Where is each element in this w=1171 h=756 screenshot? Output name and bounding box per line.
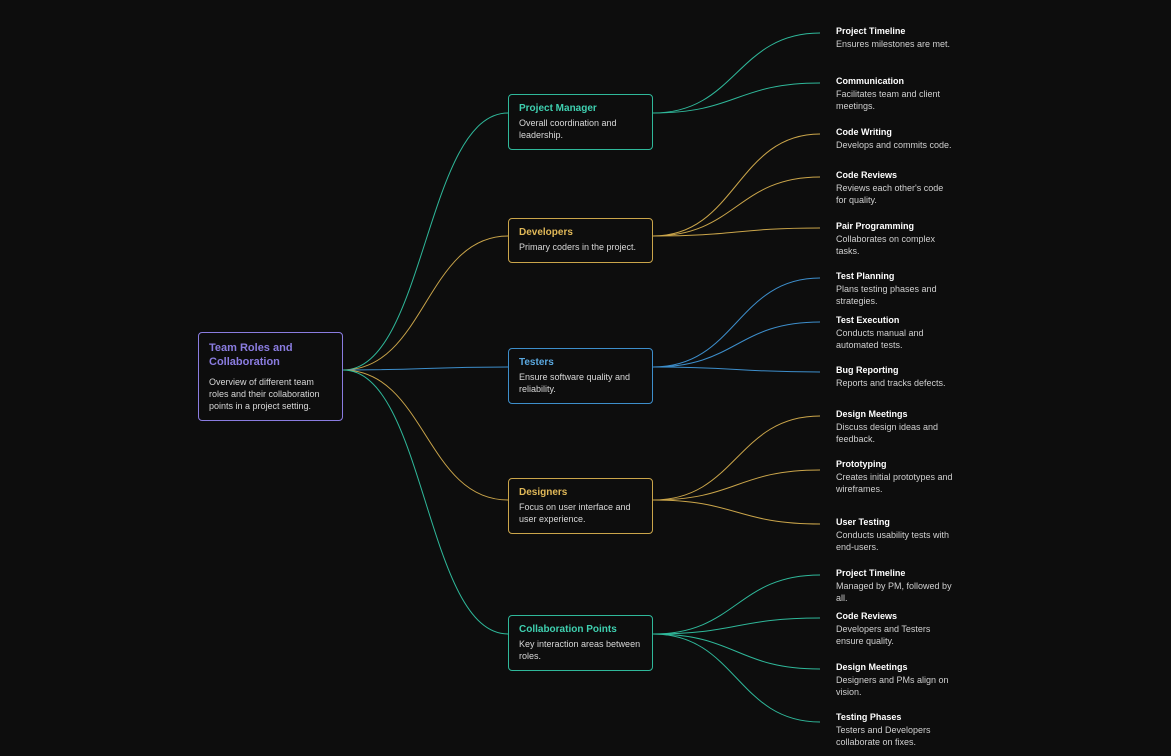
branch-project-manager[interactable]: Project Manager Overall coordination and… — [508, 94, 653, 150]
root-title: Team Roles and Collaboration — [209, 341, 332, 370]
branch-title: Designers — [519, 487, 642, 498]
leaf-desc: Discuss design ideas and feedback. — [836, 422, 956, 445]
branch-collaboration-points[interactable]: Collaboration Points Key interaction are… — [508, 615, 653, 671]
branch-desc: Primary coders in the project. — [519, 242, 642, 254]
leaf-title: Project Timeline — [836, 568, 956, 578]
leaf-title: Project Timeline — [836, 26, 956, 36]
leaf-test-execution[interactable]: Test Execution Conducts manual and autom… — [826, 307, 966, 359]
leaf-title: Test Planning — [836, 271, 956, 281]
root-node[interactable]: Team Roles and Collaboration Overview of… — [198, 332, 343, 421]
leaf-title: Bug Reporting — [836, 365, 956, 375]
leaf-desc: Plans testing phases and strategies. — [836, 284, 956, 307]
leaf-desc: Testers and Developers collaborate on fi… — [836, 725, 956, 748]
branch-desc: Focus on user interface and user experie… — [519, 502, 642, 525]
leaf-desc: Ensure software quality and reliability. — [519, 372, 642, 395]
branch-designers[interactable]: Designers Focus on user interface and us… — [508, 478, 653, 534]
leaf-title: Pair Programming — [836, 221, 956, 231]
leaf-title: Design Meetings — [836, 662, 956, 672]
leaf-user-testing[interactable]: User Testing Conducts usability tests wi… — [826, 509, 966, 561]
branch-developers[interactable]: Developers Primary coders in the project… — [508, 218, 653, 263]
leaf-desc: Developers and Testers ensure quality. — [836, 624, 956, 647]
leaf-desc: Designers and PMs align on vision. — [836, 675, 956, 698]
branch-title: Collaboration Points — [519, 624, 642, 635]
leaf-pair-programming[interactable]: Pair Programming Collaborates on complex… — [826, 213, 966, 265]
leaf-bug-reporting[interactable]: Bug Reporting Reports and tracks defects… — [826, 357, 966, 398]
leaf-prototyping[interactable]: Prototyping Creates initial prototypes a… — [826, 451, 966, 503]
leaf-title: Prototyping — [836, 459, 956, 469]
branch-desc: Overall coordination and leadership. — [519, 118, 642, 141]
leaf-communication[interactable]: Communication Facilitates team and clien… — [826, 68, 966, 120]
leaf-desc: Creates initial prototypes and wireframe… — [836, 472, 956, 495]
branch-title: Developers — [519, 227, 642, 238]
branch-title: Project Manager — [519, 103, 642, 114]
leaf-collab-code-reviews[interactable]: Code Reviews Developers and Testers ensu… — [826, 603, 966, 655]
leaf-title: Code Reviews — [836, 611, 956, 621]
leaf-desc: Reports and tracks defects. — [836, 378, 956, 390]
leaf-desc: Ensures milestones are met. — [836, 39, 956, 51]
leaf-desc: Develops and commits code. — [836, 140, 956, 152]
leaf-desc: Reviews each other's code for quality. — [836, 183, 956, 206]
leaf-collab-testing-phases[interactable]: Testing Phases Testers and Developers co… — [826, 704, 966, 756]
leaf-desc: Managed by PM, followed by all. — [836, 581, 956, 604]
leaf-title: Code Writing — [836, 127, 956, 137]
leaf-title: Test Execution — [836, 315, 956, 325]
leaf-title: Testing Phases — [836, 712, 956, 722]
root-desc: Overview of different team roles and the… — [209, 376, 332, 412]
leaf-desc: Collaborates on complex tasks. — [836, 234, 956, 257]
leaf-title: Code Reviews — [836, 170, 956, 180]
leaf-desc: Facilitates team and client meetings. — [836, 89, 956, 112]
leaf-desc: Conducts manual and automated tests. — [836, 328, 956, 351]
leaf-collab-design-meetings[interactable]: Design Meetings Designers and PMs align … — [826, 654, 966, 706]
mindmap-canvas[interactable]: Team Roles and Collaboration Overview of… — [0, 0, 1171, 753]
leaf-title: User Testing — [836, 517, 956, 527]
leaf-code-reviews[interactable]: Code Reviews Reviews each other's code f… — [826, 162, 966, 214]
leaf-title: Design Meetings — [836, 409, 956, 419]
leaf-code-writing[interactable]: Code Writing Develops and commits code. — [826, 119, 966, 160]
branch-title: Testers — [519, 357, 642, 368]
leaf-project-timeline[interactable]: Project Timeline Ensures milestones are … — [826, 18, 966, 59]
leaf-design-meetings[interactable]: Design Meetings Discuss design ideas and… — [826, 401, 966, 453]
branch-testers[interactable]: Testers Ensure software quality and reli… — [508, 348, 653, 404]
branch-desc: Key interaction areas between roles. — [519, 639, 642, 662]
leaf-title: Communication — [836, 76, 956, 86]
leaf-desc: Conducts usability tests with end-users. — [836, 530, 956, 553]
